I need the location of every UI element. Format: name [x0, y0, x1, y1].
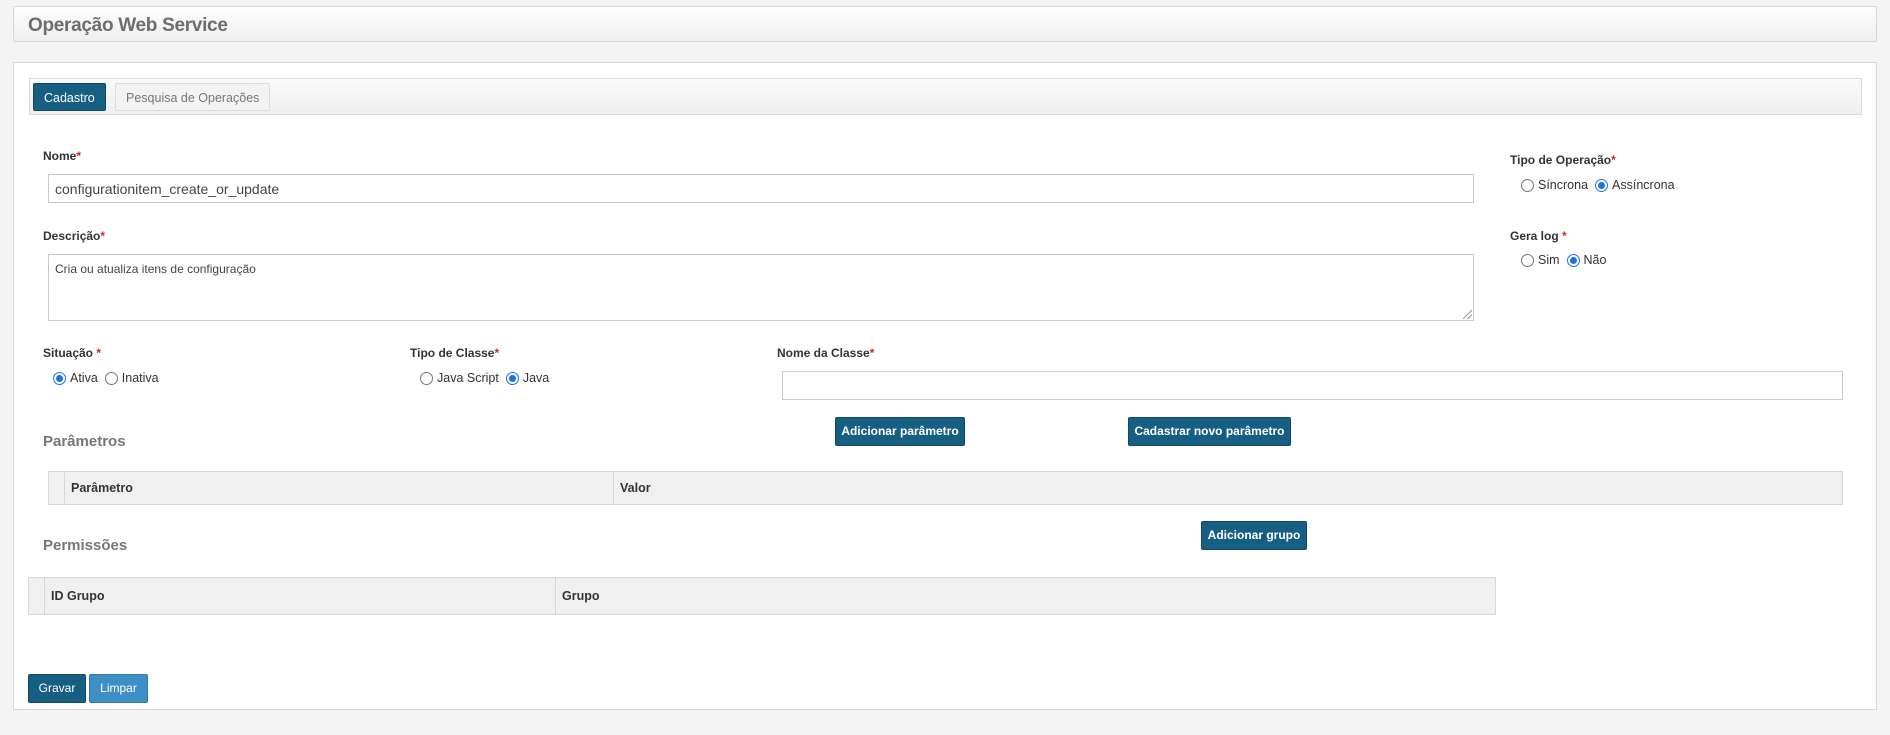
column-grupo[interactable]: Grupo: [556, 578, 1495, 614]
page-header: Operação Web Service: [13, 6, 1877, 42]
radio-checked-icon[interactable]: [505, 371, 519, 385]
situacao-radio-group: Ativa Inativa: [53, 371, 166, 385]
cadastrar-novo-parametro-button[interactable]: Cadastrar novo parâmetro: [1128, 417, 1291, 446]
nome-classe-input[interactable]: [782, 371, 1843, 400]
radio-checked-icon[interactable]: [1595, 178, 1609, 192]
permissoes-title: Permissões: [43, 537, 128, 554]
limpar-button[interactable]: Limpar: [89, 674, 148, 703]
radio-circle-icon[interactable]: [1521, 253, 1534, 267]
gravar-button[interactable]: Gravar: [28, 674, 86, 703]
adicionar-grupo-button[interactable]: Adicionar grupo: [1201, 521, 1307, 550]
nome-label: Nome*: [43, 149, 82, 163]
grid-gutter: [49, 472, 65, 504]
page-title: Operação Web Service: [28, 15, 228, 36]
parametros-title: Parâmetros: [43, 433, 126, 450]
tipo-classe-label: Tipo de Classe*: [410, 346, 500, 360]
radio-sincrona[interactable]: Síncrona: [1521, 178, 1588, 192]
radio-circle-icon[interactable]: [1521, 178, 1534, 192]
radio-java-script[interactable]: Java Script: [420, 371, 499, 385]
permissoes-grid-header: ID Grupo Grupo: [28, 577, 1496, 615]
tipo-operacao-label: Tipo de Operação*: [1510, 153, 1616, 167]
radio-ativa[interactable]: Ativa: [53, 371, 98, 385]
descricao-label: Descrição*: [43, 229, 106, 243]
radio-sim[interactable]: Sim: [1521, 253, 1560, 267]
gera-log-radio-group: Sim Não: [1521, 253, 1613, 267]
tab-cadastro[interactable]: Cadastro: [33, 83, 106, 111]
adicionar-parametro-button[interactable]: Adicionar parâmetro: [835, 417, 965, 446]
column-parametro[interactable]: Parâmetro: [65, 472, 614, 504]
radio-inativa[interactable]: Inativa: [104, 371, 159, 385]
radio-assincrona[interactable]: Assíncrona: [1595, 178, 1675, 192]
radio-checked-icon[interactable]: [53, 371, 66, 385]
column-id-grupo[interactable]: ID Grupo: [45, 578, 556, 614]
situacao-label: Situação *: [43, 346, 102, 360]
tipo-operacao-radio-group: Síncrona Assíncrona: [1521, 178, 1682, 192]
tab-bar: Cadastro Pesquisa de Operações: [29, 78, 1862, 115]
column-valor[interactable]: Valor: [614, 472, 1842, 504]
descricao-text: Cria ou atualiza itens de configuração: [55, 262, 256, 276]
parametros-grid-header: Parâmetro Valor: [48, 471, 1843, 505]
radio-nao[interactable]: Não: [1566, 253, 1606, 267]
resize-grip-icon[interactable]: [1463, 310, 1472, 319]
radio-circle-icon[interactable]: [420, 371, 433, 385]
radio-java[interactable]: Java: [505, 371, 549, 385]
gera-log-label: Gera log *: [1510, 229, 1567, 243]
grid-gutter: [29, 578, 45, 614]
descricao-textarea[interactable]: Cria ou atualiza itens de configuração: [48, 254, 1474, 321]
tipo-classe-radio-group: Java Script Java: [420, 371, 556, 385]
radio-checked-icon[interactable]: [1566, 253, 1580, 267]
radio-circle-icon[interactable]: [104, 371, 118, 385]
tab-pesquisa-operacoes[interactable]: Pesquisa de Operações: [115, 83, 271, 111]
nome-input[interactable]: [48, 174, 1474, 203]
nome-classe-label: Nome da Classe*: [777, 346, 875, 360]
main-panel: Cadastro Pesquisa de Operações Nome* Des…: [13, 62, 1877, 710]
